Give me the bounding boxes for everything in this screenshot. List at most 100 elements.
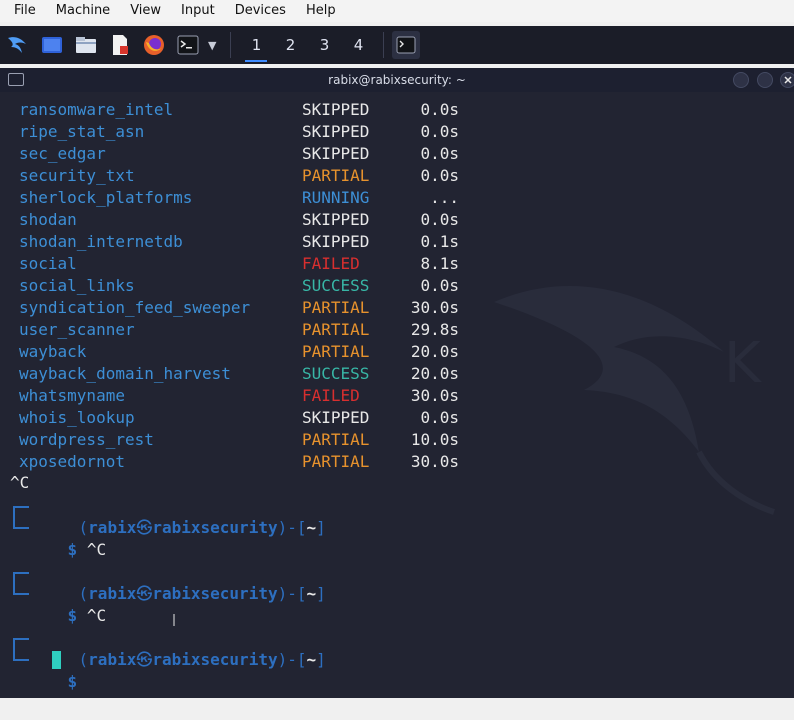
prompt-corner-line [13,649,29,661]
module-name: syndication_feed_sweeper [19,298,251,317]
file-manager-icon[interactable] [72,31,100,59]
table-row: shodan_internetdb SKIPPED 0.1s [0,231,794,253]
workspace-4[interactable]: 4 [343,30,373,60]
table-row: social FAILED 8.1s [0,253,794,275]
module-duration: 30.0s [410,298,459,317]
table-row: sec_edgar SKIPPED 0.0s [0,143,794,165]
module-status: SKIPPED [302,210,370,229]
module-duration: 0.0s [420,100,459,119]
text-editor-icon[interactable] [106,31,134,59]
module-duration: 8.1s [420,254,459,273]
menu-input[interactable]: Input [171,1,225,21]
module-status: PARTIAL [302,452,370,471]
maximize-button[interactable] [757,72,773,88]
module-status: SUCCESS [302,276,370,295]
module-duration: 0.0s [420,210,459,229]
menu-devices[interactable]: Devices [225,1,296,21]
table-row: ripe_stat_asn SKIPPED 0.0s [0,121,794,143]
module-name: ransomware_intel [19,100,174,119]
table-row: shodan SKIPPED 0.0s [0,209,794,231]
module-name: social_links [19,276,135,295]
table-row: security_txt PARTIAL 0.0s [0,165,794,187]
table-row: whois_lookup SKIPPED 0.0s [0,407,794,429]
minimize-button[interactable] [733,72,749,88]
module-duration: 0.0s [420,166,459,185]
table-row: social_links SUCCESS 0.0s [0,275,794,297]
module-status: PARTIAL [302,166,370,185]
table-row: whatsmyname FAILED 30.0s [0,385,794,407]
module-duration: 30.0s [410,386,459,405]
module-duration: 0.1s [420,232,459,251]
module-duration: 0.0s [420,276,459,295]
module-name: wayback_domain_harvest [19,364,231,383]
terminal-task-icon[interactable] [392,31,421,59]
terminal-titlebar[interactable]: rabix@rabixsecurity: ~ [0,68,794,92]
terminal-title: rabix@rabixsecurity: ~ [328,73,466,87]
terminal-body[interactable]: K ransomware_intel SKIPPED 0.0s ripe_stat_a… [0,92,794,698]
module-duration: 0.0s [420,408,459,427]
prompt-input-1: $ ^C [67,540,107,559]
module-status: SUCCESS [302,364,370,383]
chevron-down-icon[interactable]: ▼ [208,39,216,52]
terminal-window-icon [8,73,24,86]
kali-panel: ▼ 1 2 3 4 [0,26,794,64]
module-name: shodan [19,210,77,229]
table-row: xposedornot PARTIAL 30.0s [0,451,794,473]
prompt-line-1: (rabix㉿rabixsecurity)-[~] [78,518,326,537]
close-button[interactable] [780,72,794,88]
table-row: wayback PARTIAL 20.0s [0,341,794,363]
module-status: FAILED [302,254,360,273]
workspace-2[interactable]: 2 [275,30,305,60]
module-name: user_scanner [19,320,135,339]
module-status: SKIPPED [302,144,370,163]
terminal-cursor [52,651,61,669]
module-name: xposedornot [19,452,125,471]
workspace-1[interactable]: 1 [241,30,271,62]
firefox-icon[interactable] [140,31,168,59]
module-status: PARTIAL [302,342,370,361]
module-status: SKIPPED [302,122,370,141]
menu-machine[interactable]: Machine [46,1,120,21]
kali-menu-icon[interactable] [4,31,32,59]
module-name: wayback [19,342,87,361]
module-name: wordpress_rest [19,430,154,449]
menu-view[interactable]: View [120,1,171,21]
panel-separator [230,32,232,58]
menu-file[interactable]: File [0,1,46,21]
module-status: PARTIAL [302,430,370,449]
module-name: whois_lookup [19,408,135,427]
module-status: FAILED [302,386,360,405]
prompt-corner-line [13,583,29,595]
module-duration: 0.0s [420,144,459,163]
module-duration: 10.0s [410,430,459,449]
module-duration: 20.0s [410,364,459,383]
table-row: wayback_domain_harvest SUCCESS 20.0s [0,363,794,385]
table-row: ransomware_intel SKIPPED 0.0s [0,99,794,121]
module-name: social [19,254,77,273]
terminal-launcher-icon[interactable] [174,31,202,59]
menu-help[interactable]: Help [296,1,346,21]
module-status: PARTIAL [302,298,370,317]
module-name: shodan_internetdb [19,232,183,251]
show-desktop-icon[interactable] [38,31,66,59]
module-status: PARTIAL [302,320,370,339]
prompt-line-3: (rabix㉿rabixsecurity)-[~] [78,650,326,669]
module-name: sherlock_platforms [19,188,193,207]
text-cursor-icon [173,614,175,626]
module-status: SKIPPED [302,232,370,251]
panel-separator [383,32,385,58]
interrupt-text: ^C [10,473,30,492]
table-row: user_scanner PARTIAL 29.8s [0,319,794,341]
module-duration: ... [430,188,459,207]
host-status-strip [0,698,794,720]
module-duration: 30.0s [410,452,459,471]
module-duration: 20.0s [410,342,459,361]
workspace-3[interactable]: 3 [309,30,339,60]
module-status: RUNNING [302,188,370,207]
prompt-line-2: (rabix㉿rabixsecurity)-[~] [78,584,326,603]
module-name: whatsmyname [19,386,125,405]
module-name: sec_edgar [19,144,106,163]
module-duration: 29.8s [410,320,459,339]
prompt-input-2: $ ^C [67,606,107,625]
module-name: ripe_stat_asn [19,122,145,141]
